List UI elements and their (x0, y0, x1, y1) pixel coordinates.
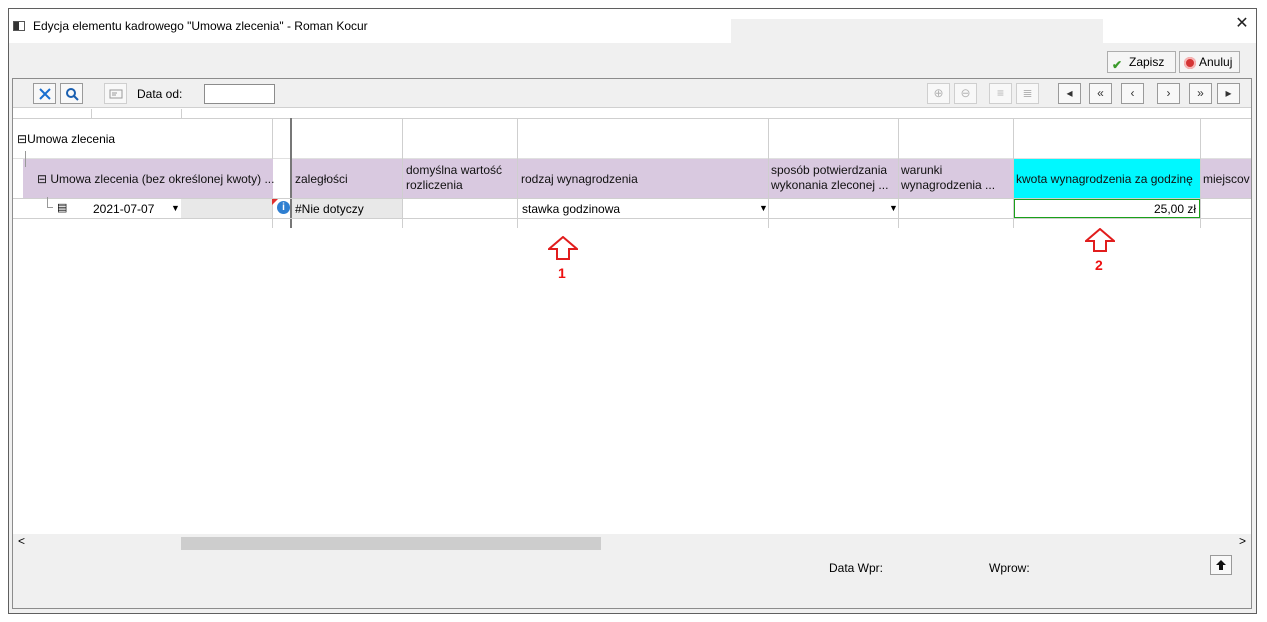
date-from-label: Data od: (137, 87, 183, 101)
col-zaleglosci[interactable]: zaległości (292, 159, 402, 198)
data-grid: ⊟Umowa zlecenia ⊟ Umowa zlecenia (bez ok… (13, 109, 1251, 549)
plus-circle-icon: ⊕ (933, 86, 944, 100)
cell-kwota[interactable]: 25,00 zł (1014, 199, 1200, 218)
sposob-dropdown-icon[interactable]: ▼ (889, 203, 898, 213)
clear-filter-icon: ≣ (1022, 86, 1033, 100)
add-row-button[interactable]: ⊕ (927, 83, 950, 104)
date-dropdown-icon[interactable]: ▼ (171, 203, 180, 213)
annotation-label-2: 2 (1095, 257, 1103, 273)
wprow-label: Wprow: (989, 561, 1030, 575)
cell-kwota-value: 25,00 zł (1153, 202, 1196, 216)
col-kwota[interactable]: kwota wynagrodzenia za godzinę (1014, 159, 1200, 198)
cell-zaleglosci[interactable]: #Nie dotyczy (292, 199, 402, 218)
collapse-icon[interactable]: ⊟ (37, 172, 50, 186)
annotation-label-1: 1 (558, 265, 566, 281)
arrow-up-icon (1216, 560, 1226, 570)
document-icon: ▤ (57, 202, 68, 214)
chevron-right-icon: › (1166, 86, 1171, 100)
cell-zaleglosci-value: #Nie dotyczy (295, 202, 364, 216)
col-sposob-label-2: wykonania zleconej ... (771, 178, 889, 192)
col-sposob[interactable]: sposób potwierdzania wykonania zleconej … (769, 159, 898, 198)
data-wpr-label: Data Wpr: (829, 561, 884, 575)
double-chevron-right-icon: » (1197, 86, 1204, 100)
col-domyslna-label-2: rozliczenia (406, 178, 463, 192)
info-icon[interactable]: i (277, 201, 290, 214)
cancel-label: Anuluj (1199, 55, 1233, 69)
nav-next-button[interactable]: › (1157, 83, 1180, 104)
col-warunki[interactable]: warunki wynagrodzenia ... (899, 159, 1013, 198)
minus-circle-icon: ⊖ (960, 86, 971, 100)
col-sposob-label-1: sposób potwierdzania (771, 163, 888, 177)
remove-row-button[interactable]: ⊖ (954, 83, 977, 104)
readonly-cell (181, 199, 272, 218)
card-button[interactable] (104, 83, 127, 104)
date-from-input[interactable] (204, 84, 275, 104)
nav-back-fast-button[interactable]: « (1089, 83, 1112, 104)
save-label: Zapisz (1129, 55, 1165, 69)
double-chevron-left-icon: « (1097, 86, 1104, 100)
elements-panel: Data od: ⊕ ⊖ ≡ ≣ ◂ « ‹ › » ▸ ⊟Umowa zlec… (12, 78, 1252, 609)
nav-last-icon: ▸ (1225, 86, 1232, 100)
filter-button[interactable]: ≡ (989, 83, 1012, 104)
col-rodzaj-label: rodzaj wynagrodzenia (521, 172, 638, 186)
collapse-icon[interactable]: ⊟ (17, 132, 27, 146)
nav-first-button[interactable]: ◂ (1058, 83, 1081, 104)
col-miejsce-label: miejscov (1203, 172, 1250, 186)
tools-icon (38, 88, 51, 100)
check-icon: ✔ (1112, 58, 1123, 72)
col-miejsce[interactable]: miejscov (1201, 159, 1251, 198)
nav-prev-button[interactable]: ‹ (1121, 83, 1144, 104)
title-bar: Edycja elementu kadrowego "Umowa zleceni… (9, 9, 1256, 43)
clear-filter-button[interactable]: ≣ (1016, 83, 1039, 104)
arrow-up-annotation-2 (1085, 228, 1115, 252)
filter-icon: ≡ (996, 86, 1004, 100)
nav-forward-fast-button[interactable]: » (1189, 83, 1212, 104)
chevron-left-icon: ‹ (1130, 86, 1135, 100)
arrow-up-annotation-1 (548, 236, 578, 260)
col-zaleglosci-label: zaległości (295, 172, 348, 186)
card-icon (109, 89, 122, 99)
subgroup-header[interactable]: ⊟ Umowa zlecenia (bez określonej kwoty) … (23, 159, 275, 198)
window-title: Edycja elementu kadrowego "Umowa zleceni… (33, 19, 368, 33)
col-domyslna-label-1: domyślna wartość (406, 163, 503, 177)
cell-rodzaj-value[interactable]: stawka godzinowa (522, 202, 620, 216)
search-button[interactable] (60, 83, 83, 104)
save-button[interactable]: ✔ Zapisz (1107, 51, 1176, 73)
horizontal-scrollbar[interactable]: < > (13, 534, 1251, 550)
col-warunki-label-1: warunki (901, 163, 943, 177)
col-domyslna[interactable]: domyślna wartość rozliczenia (403, 159, 517, 198)
window-icon (13, 21, 25, 31)
subgroup-label: ⊟ Umowa zlecenia (bez określonej kwoty) … (37, 172, 275, 186)
nav-last-button[interactable]: ▸ (1217, 83, 1240, 104)
scroll-right-icon[interactable]: > (1239, 534, 1246, 548)
title-bar-blank (731, 19, 1103, 43)
scroll-left-icon[interactable]: < (18, 534, 25, 548)
tools-button[interactable] (33, 83, 56, 104)
panel-toolbar: Data od: ⊕ ⊖ ≡ ≣ ◂ « ‹ › » ▸ (13, 79, 1251, 108)
close-icon[interactable]: ✕ (1232, 14, 1252, 34)
nav-first-icon: ◂ (1066, 86, 1073, 100)
rodzaj-dropdown-icon[interactable]: ▼ (759, 203, 768, 213)
table-row[interactable]: ▤ 2021-07-07 ▼ i #Nie dotyczy stawka god… (13, 197, 1251, 218)
scroll-thumb[interactable] (181, 537, 601, 550)
group-row-umowa[interactable]: ⊟Umowa zlecenia (17, 132, 115, 146)
cancel-icon (1184, 57, 1196, 69)
group-row-label: Umowa zlecenia (27, 132, 116, 146)
col-rodzaj[interactable]: rodzaj wynagrodzenia (518, 159, 768, 198)
panel-footer: Data Wpr: Wprow: (13, 550, 1251, 608)
search-icon (65, 88, 79, 101)
row-date[interactable]: 2021-07-07 (93, 202, 154, 216)
col-kwota-label: kwota wynagrodzenia za godzinę (1016, 172, 1193, 186)
scroll-top-button[interactable] (1210, 555, 1232, 575)
cancel-button[interactable]: Anuluj (1179, 51, 1240, 73)
col-warunki-label-2: wynagrodzenia ... (901, 178, 996, 192)
dialog-window: Edycja elementu kadrowego "Umowa zleceni… (8, 8, 1257, 614)
